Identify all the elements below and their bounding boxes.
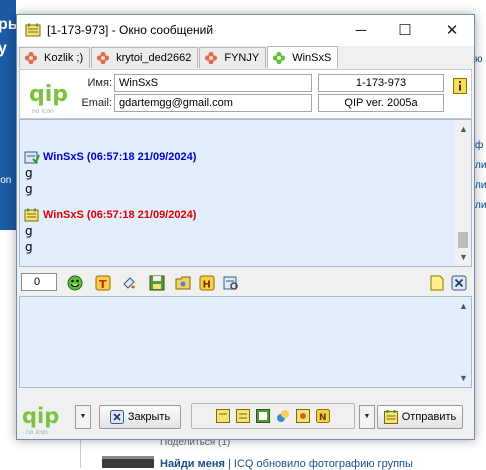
tab-krytoi-ded2662[interactable]: krytoi_ded2662: [91, 47, 199, 68]
contact-info-panel: qip no icon Имя: WinSxS Email: gdartemgg…: [19, 69, 472, 119]
chat-scrollbar[interactable]: ▲ ▼: [455, 120, 471, 266]
open-file-icon[interactable]: [175, 275, 191, 291]
background-page-left: ры у lon: [0, 0, 16, 230]
tab-kozlik[interactable]: Kozlik ;): [19, 47, 91, 68]
background-color-icon[interactable]: [121, 275, 137, 291]
background-text: ю: [475, 54, 483, 65]
close-button-label: Закрыть: [127, 411, 171, 423]
client-version-field[interactable]: QIP ver. 2005a: [318, 94, 444, 112]
tab-label: WinSxS: [292, 51, 332, 64]
message-window-icon: [25, 23, 41, 37]
background-page-right: ю ф лис лис лис: [474, 0, 486, 468]
tab-label: Kozlik ;): [44, 52, 84, 64]
tab-winsxs[interactable]: WinSxS: [267, 46, 339, 68]
background-text: лис: [475, 160, 486, 171]
outgoing-message-icon: [24, 208, 39, 222]
message-text: g: [25, 182, 33, 196]
background-link-label: Найди меня: [160, 458, 225, 470]
edit-toolbar: 0 T H: [19, 271, 472, 295]
message-text: g: [25, 166, 33, 180]
background-divider: [80, 440, 81, 468]
note-icon[interactable]: [429, 275, 445, 291]
scroll-down-arrow[interactable]: ▼: [459, 373, 468, 383]
message-sender-time: WinSxS (06:57:18 21/09/2024): [43, 151, 197, 163]
quick-action-3-icon[interactable]: [256, 409, 270, 423]
message-header: WinSxS (06:57:18 21/09/2024): [24, 150, 196, 164]
send-options-dropdown[interactable]: ▼: [359, 405, 375, 429]
chat-history[interactable]: WinSxS (06:57:18 21/09/2024) g g WinSxS …: [19, 119, 472, 267]
svg-text:qip: qip: [22, 404, 59, 428]
quick-action-6-icon[interactable]: N: [316, 409, 330, 423]
char-count-field: 0: [21, 273, 57, 291]
tab-label: FYNJY: [224, 52, 260, 64]
svg-text:H: H: [203, 280, 211, 291]
bottom-bar: qip no icon ▼ Закрыть N ▼ Отправить: [17, 393, 474, 439]
contact-details-icon[interactable]: [223, 275, 239, 291]
quick-actions-panel: N: [191, 403, 355, 429]
background-link-rest: | ICQ обновило фотографию группы: [224, 458, 413, 470]
background-thumbnail: [102, 456, 154, 468]
quick-action-4-icon[interactable]: [276, 409, 290, 423]
close-tab-icon[interactable]: [451, 275, 467, 291]
scroll-down-arrow[interactable]: ▼: [459, 252, 468, 262]
contact-info-icon[interactable]: [453, 78, 467, 94]
message-input[interactable]: ▲ ▼: [19, 296, 472, 388]
smiley-icon[interactable]: [67, 275, 83, 291]
uin-field[interactable]: 1-173-973: [318, 74, 444, 92]
background-link[interactable]: Найди меня | ICQ обновило фотографию гру…: [160, 458, 413, 470]
tab-fynjy[interactable]: FYNJY: [199, 47, 267, 68]
input-scrollbar[interactable]: ▲ ▼: [455, 297, 471, 387]
email-field[interactable]: gdartemgg@gmail.com: [114, 94, 312, 112]
scroll-up-arrow[interactable]: ▲: [459, 301, 468, 311]
qip-logo: qip no icon: [24, 73, 70, 117]
quick-action-5-icon[interactable]: [296, 409, 310, 423]
message-window: [1-173-973] - Окно сообщений ─ ☐ ✕ Kozli…: [16, 14, 475, 440]
flower-icon: [97, 51, 110, 65]
message-sender-time: WinSxS (06:57:18 21/09/2024): [43, 209, 197, 221]
quick-action-1-icon[interactable]: [216, 409, 230, 423]
scrollbar-thumb[interactable]: [458, 232, 468, 248]
close-button[interactable]: Закрыть: [99, 405, 181, 429]
background-text: lon: [0, 175, 12, 186]
send-icon: [383, 410, 398, 424]
send-button-label: Отправить: [401, 411, 457, 423]
background-page-bottom: Поделиться (1) Найди меня | ICQ обновило…: [0, 437, 486, 470]
scroll-up-arrow[interactable]: ▲: [459, 124, 468, 134]
background-text: лис: [475, 200, 486, 211]
email-label: Email:: [81, 97, 112, 109]
flower-icon: [24, 51, 38, 65]
history-icon[interactable]: H: [199, 275, 215, 291]
name-label: Имя:: [87, 77, 112, 89]
maximize-button[interactable]: ☐: [383, 15, 427, 46]
background-text: у: [0, 40, 7, 57]
contact-tabs: Kozlik ;) krytoi_ded2662 FYNJY WinSxS: [19, 46, 339, 69]
background-text: ф: [475, 140, 484, 151]
tab-label: krytoi_ded2662: [116, 52, 192, 64]
background-text: ры: [0, 16, 16, 33]
message-text: g: [25, 224, 33, 238]
font-color-icon[interactable]: T: [95, 275, 111, 291]
window-title: [1-173-973] - Окно сообщений: [47, 23, 214, 37]
title-bar[interactable]: [1-173-973] - Окно сообщений ─ ☐ ✕: [17, 15, 474, 46]
message-text: g: [25, 240, 33, 254]
close-icon: [109, 410, 124, 424]
svg-text:no icon: no icon: [26, 429, 48, 436]
svg-text:qip: qip: [29, 82, 68, 107]
green-flower-icon: [273, 51, 286, 64]
flower-icon: [205, 51, 218, 65]
svg-text:T: T: [99, 278, 107, 291]
incoming-message-icon: [24, 151, 40, 164]
save-history-icon[interactable]: [149, 275, 165, 291]
send-button[interactable]: Отправить: [377, 405, 463, 429]
minimize-button[interactable]: ─: [339, 15, 383, 46]
close-window-button[interactable]: ✕: [430, 15, 474, 46]
name-field[interactable]: WinSxS: [114, 74, 312, 92]
message-header: WinSxS (06:57:18 21/09/2024): [24, 208, 196, 222]
qip-logo: qip no icon: [22, 404, 59, 436]
background-text: лис: [475, 180, 486, 191]
close-options-dropdown[interactable]: ▼: [75, 405, 91, 429]
quick-action-2-icon[interactable]: [236, 409, 250, 423]
svg-text:N: N: [319, 413, 327, 423]
svg-text:no icon: no icon: [32, 108, 54, 115]
